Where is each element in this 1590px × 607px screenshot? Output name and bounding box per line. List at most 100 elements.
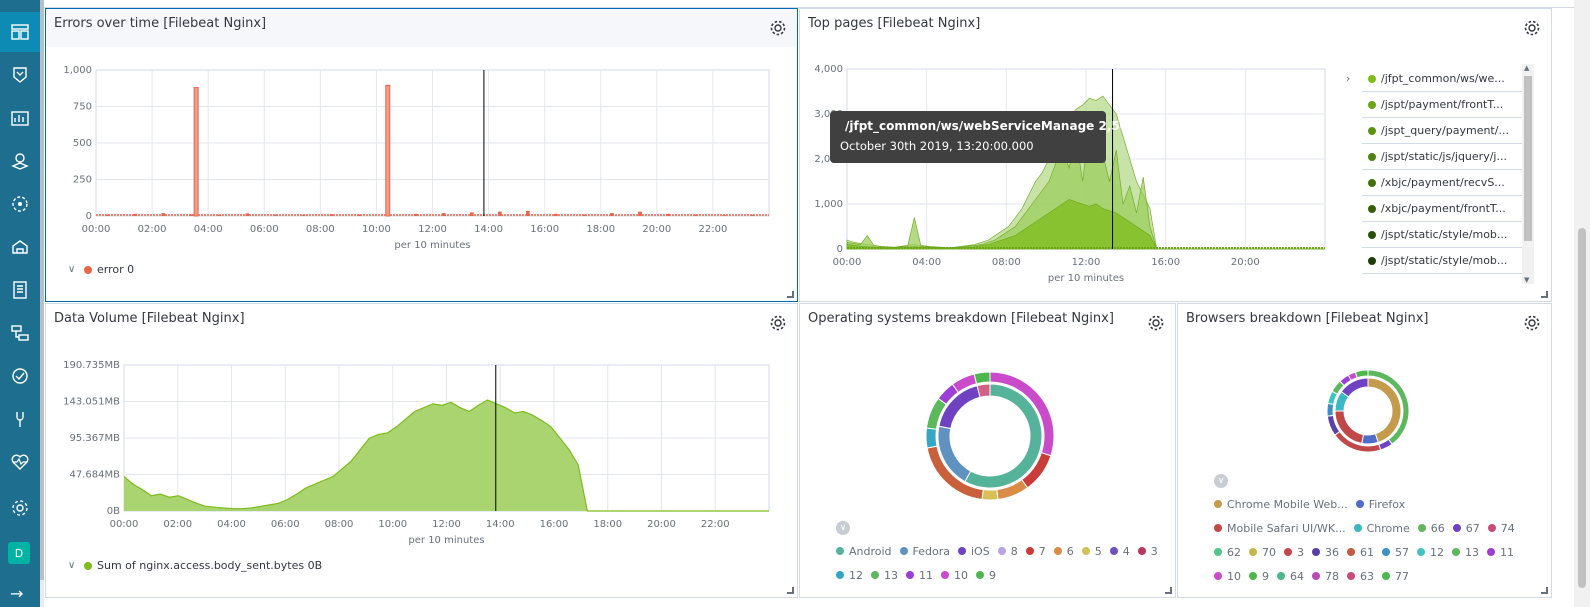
errors-chart[interactable]: 00:00 02:00 04:00 06:00 08:00 10:00 12:00 14:00… bbox=[46, 49, 799, 264]
legend-item[interactable]: 11 bbox=[906, 569, 933, 582]
os-outer-slice bbox=[925, 427, 938, 449]
chevron-down-icon[interactable]: ∨ bbox=[68, 264, 84, 275]
top-pages-chart[interactable]: 00:00 04:00 08:00 12:00 16:00 20:0001,0002,00… bbox=[799, 48, 1339, 288]
top-page-legend-item[interactable]: /jspt/static/style/mob... bbox=[1362, 248, 1522, 274]
legend-item[interactable]: 78 bbox=[1312, 570, 1339, 583]
legend-item[interactable]: 13 bbox=[871, 569, 898, 582]
legend-item[interactable]: iOS bbox=[958, 545, 990, 558]
legend-dot bbox=[1452, 548, 1460, 556]
top-page-legend-item[interactable]: /jspt/static/style/mob... bbox=[1362, 222, 1522, 248]
legend-toggle-icon[interactable]: ∨ bbox=[1214, 474, 1228, 488]
resize-handle[interactable] bbox=[1165, 587, 1172, 594]
legend-item[interactable]: 62 bbox=[1214, 546, 1241, 559]
dev-tools-icon[interactable] bbox=[0, 399, 40, 439]
top-page-legend-item[interactable]: /jspt_query/payment/... bbox=[1362, 118, 1522, 144]
top-page-legend-item[interactable]: /jfpt_common/ws/we... bbox=[1362, 66, 1522, 92]
browsers-donut-chart[interactable] bbox=[1323, 366, 1413, 456]
legend-label: 74 bbox=[1500, 521, 1515, 535]
x-tick-label: 22:00 bbox=[701, 519, 730, 530]
legend-item[interactable]: 61 bbox=[1347, 546, 1374, 559]
legend-item[interactable]: 3 bbox=[1137, 545, 1158, 558]
nav-scrollbar[interactable] bbox=[40, 0, 44, 607]
legend-item[interactable]: 70 bbox=[1249, 546, 1276, 559]
legend-toggle-icon[interactable]: ∨ bbox=[836, 521, 850, 535]
legend-item[interactable]: 9 bbox=[976, 569, 996, 582]
legend-dot bbox=[1355, 500, 1364, 508]
top-pages-legend-list[interactable]: /jfpt_common/ws/we... /jspt/payment/front… bbox=[1362, 66, 1522, 284]
legend-item[interactable]: 7 bbox=[1025, 545, 1046, 558]
monitoring-icon[interactable] bbox=[0, 442, 40, 482]
gear-icon[interactable] bbox=[1147, 314, 1165, 332]
legend-item[interactable]: 12 bbox=[836, 569, 863, 582]
resize-handle[interactable] bbox=[1541, 291, 1548, 298]
panel-header: Operating systems breakdown [Filebeat Ng… bbox=[800, 304, 1175, 342]
legend-item[interactable]: 10 bbox=[1214, 570, 1241, 583]
maps-icon[interactable] bbox=[0, 141, 40, 181]
resize-handle[interactable] bbox=[787, 587, 794, 594]
legend-item[interactable]: 10 bbox=[941, 569, 968, 582]
legend-item[interactable]: 67 bbox=[1452, 522, 1480, 535]
legend-item[interactable]: 57 bbox=[1382, 546, 1409, 559]
legend-item-bytes[interactable]: ∨ Sum of nginx.access.body_sent.bytes 0B bbox=[68, 559, 322, 572]
top-page-legend-item[interactable]: /xbjc/payment/recvS... bbox=[1362, 170, 1522, 196]
top-page-legend-item[interactable]: /jspt/static/js/jquery/j... bbox=[1362, 144, 1522, 170]
x-tick-label: 20:00 bbox=[647, 519, 676, 530]
scroll-up-icon[interactable]: ▲ bbox=[1524, 64, 1529, 72]
legend-item[interactable]: 5 bbox=[1081, 545, 1102, 558]
resize-handle[interactable] bbox=[1541, 587, 1548, 594]
os-breakdown-panel[interactable]: Operating systems breakdown [Filebeat Ng… bbox=[799, 303, 1176, 598]
data-volume-panel[interactable]: Data Volume [Filebeat Nginx] 00:00 02:00 0… bbox=[45, 303, 798, 598]
errors-panel[interactable]: Errors over time [Filebeat Nginx] 00:00 0… bbox=[45, 8, 798, 302]
gear-icon[interactable] bbox=[1523, 19, 1541, 37]
chevron-down-icon[interactable]: ∨ bbox=[68, 560, 84, 571]
scroll-down-icon[interactable]: ▼ bbox=[1524, 276, 1529, 284]
legend-dot bbox=[1452, 524, 1461, 532]
error-spike-bar bbox=[193, 87, 199, 217]
legend-item[interactable]: 4 bbox=[1109, 545, 1130, 558]
uptime-icon[interactable] bbox=[0, 356, 40, 396]
top-page-legend-item[interactable]: /jspt/payment/frontT... bbox=[1362, 92, 1522, 118]
management-icon[interactable] bbox=[0, 488, 40, 528]
legend-item[interactable]: 3 bbox=[1284, 546, 1304, 559]
collapse-arrow-icon[interactable]: → bbox=[10, 584, 30, 604]
visualize-icon[interactable] bbox=[0, 98, 40, 138]
legend-item[interactable]: 63 bbox=[1347, 570, 1374, 583]
chevron-right-icon[interactable]: › bbox=[1346, 72, 1350, 85]
legend-item[interactable]: 64 bbox=[1277, 570, 1304, 583]
legend-item[interactable]: 11 bbox=[1487, 546, 1514, 559]
legend-dot bbox=[941, 571, 949, 579]
canvas-icon[interactable] bbox=[0, 55, 40, 95]
infra-icon[interactable] bbox=[0, 227, 40, 267]
legend-item[interactable]: Chrome Mobile Web... bbox=[1214, 498, 1348, 511]
legend-item[interactable]: Chrome bbox=[1353, 522, 1410, 535]
logs-icon[interactable] bbox=[0, 270, 40, 310]
legend-item[interactable]: Firefox bbox=[1355, 498, 1405, 511]
legend-item[interactable]: Mobile Safari UI/WK... bbox=[1214, 522, 1346, 535]
legend-item[interactable]: 74 bbox=[1487, 521, 1515, 535]
legend-item[interactable]: 6 bbox=[1053, 545, 1074, 558]
legend-item[interactable]: 12 bbox=[1417, 546, 1444, 559]
gear-icon[interactable] bbox=[769, 19, 787, 37]
data-volume-chart[interactable]: 00:00 02:00 04:00 06:00 08:00 10:00 12:00 14:00… bbox=[46, 344, 799, 554]
legend-item[interactable]: Fedora bbox=[899, 545, 950, 558]
legend-item-error[interactable]: ∨ error 0 bbox=[68, 263, 134, 276]
os-donut-chart[interactable] bbox=[920, 366, 1060, 506]
user-avatar[interactable]: D bbox=[8, 542, 30, 564]
legend-item[interactable]: 9 bbox=[1249, 570, 1269, 583]
legend-item[interactable]: 66 bbox=[1417, 522, 1445, 535]
apm-icon[interactable] bbox=[0, 313, 40, 353]
legend-item[interactable]: 77 bbox=[1382, 570, 1409, 583]
dashboard-icon[interactable] bbox=[0, 12, 40, 52]
legend-item[interactable]: Android bbox=[836, 545, 892, 558]
page-scrollbar[interactable] bbox=[1574, 0, 1590, 607]
legend-scrollbar[interactable]: ▲ ▼ bbox=[1522, 64, 1534, 284]
legend-item[interactable]: 36 bbox=[1312, 546, 1339, 559]
legend-item[interactable]: 8 bbox=[997, 545, 1018, 558]
gear-icon[interactable] bbox=[1523, 314, 1541, 332]
legend-item[interactable]: 13 bbox=[1452, 546, 1479, 559]
top-page-legend-item[interactable]: /xbjc/payment/frontT... bbox=[1362, 196, 1522, 222]
resize-handle[interactable] bbox=[787, 291, 794, 298]
browsers-breakdown-panel[interactable]: Browsers breakdown [Filebeat Nginx] ∨ Ch… bbox=[1177, 303, 1552, 598]
ml-icon[interactable] bbox=[0, 184, 40, 224]
gear-icon[interactable] bbox=[769, 314, 787, 332]
